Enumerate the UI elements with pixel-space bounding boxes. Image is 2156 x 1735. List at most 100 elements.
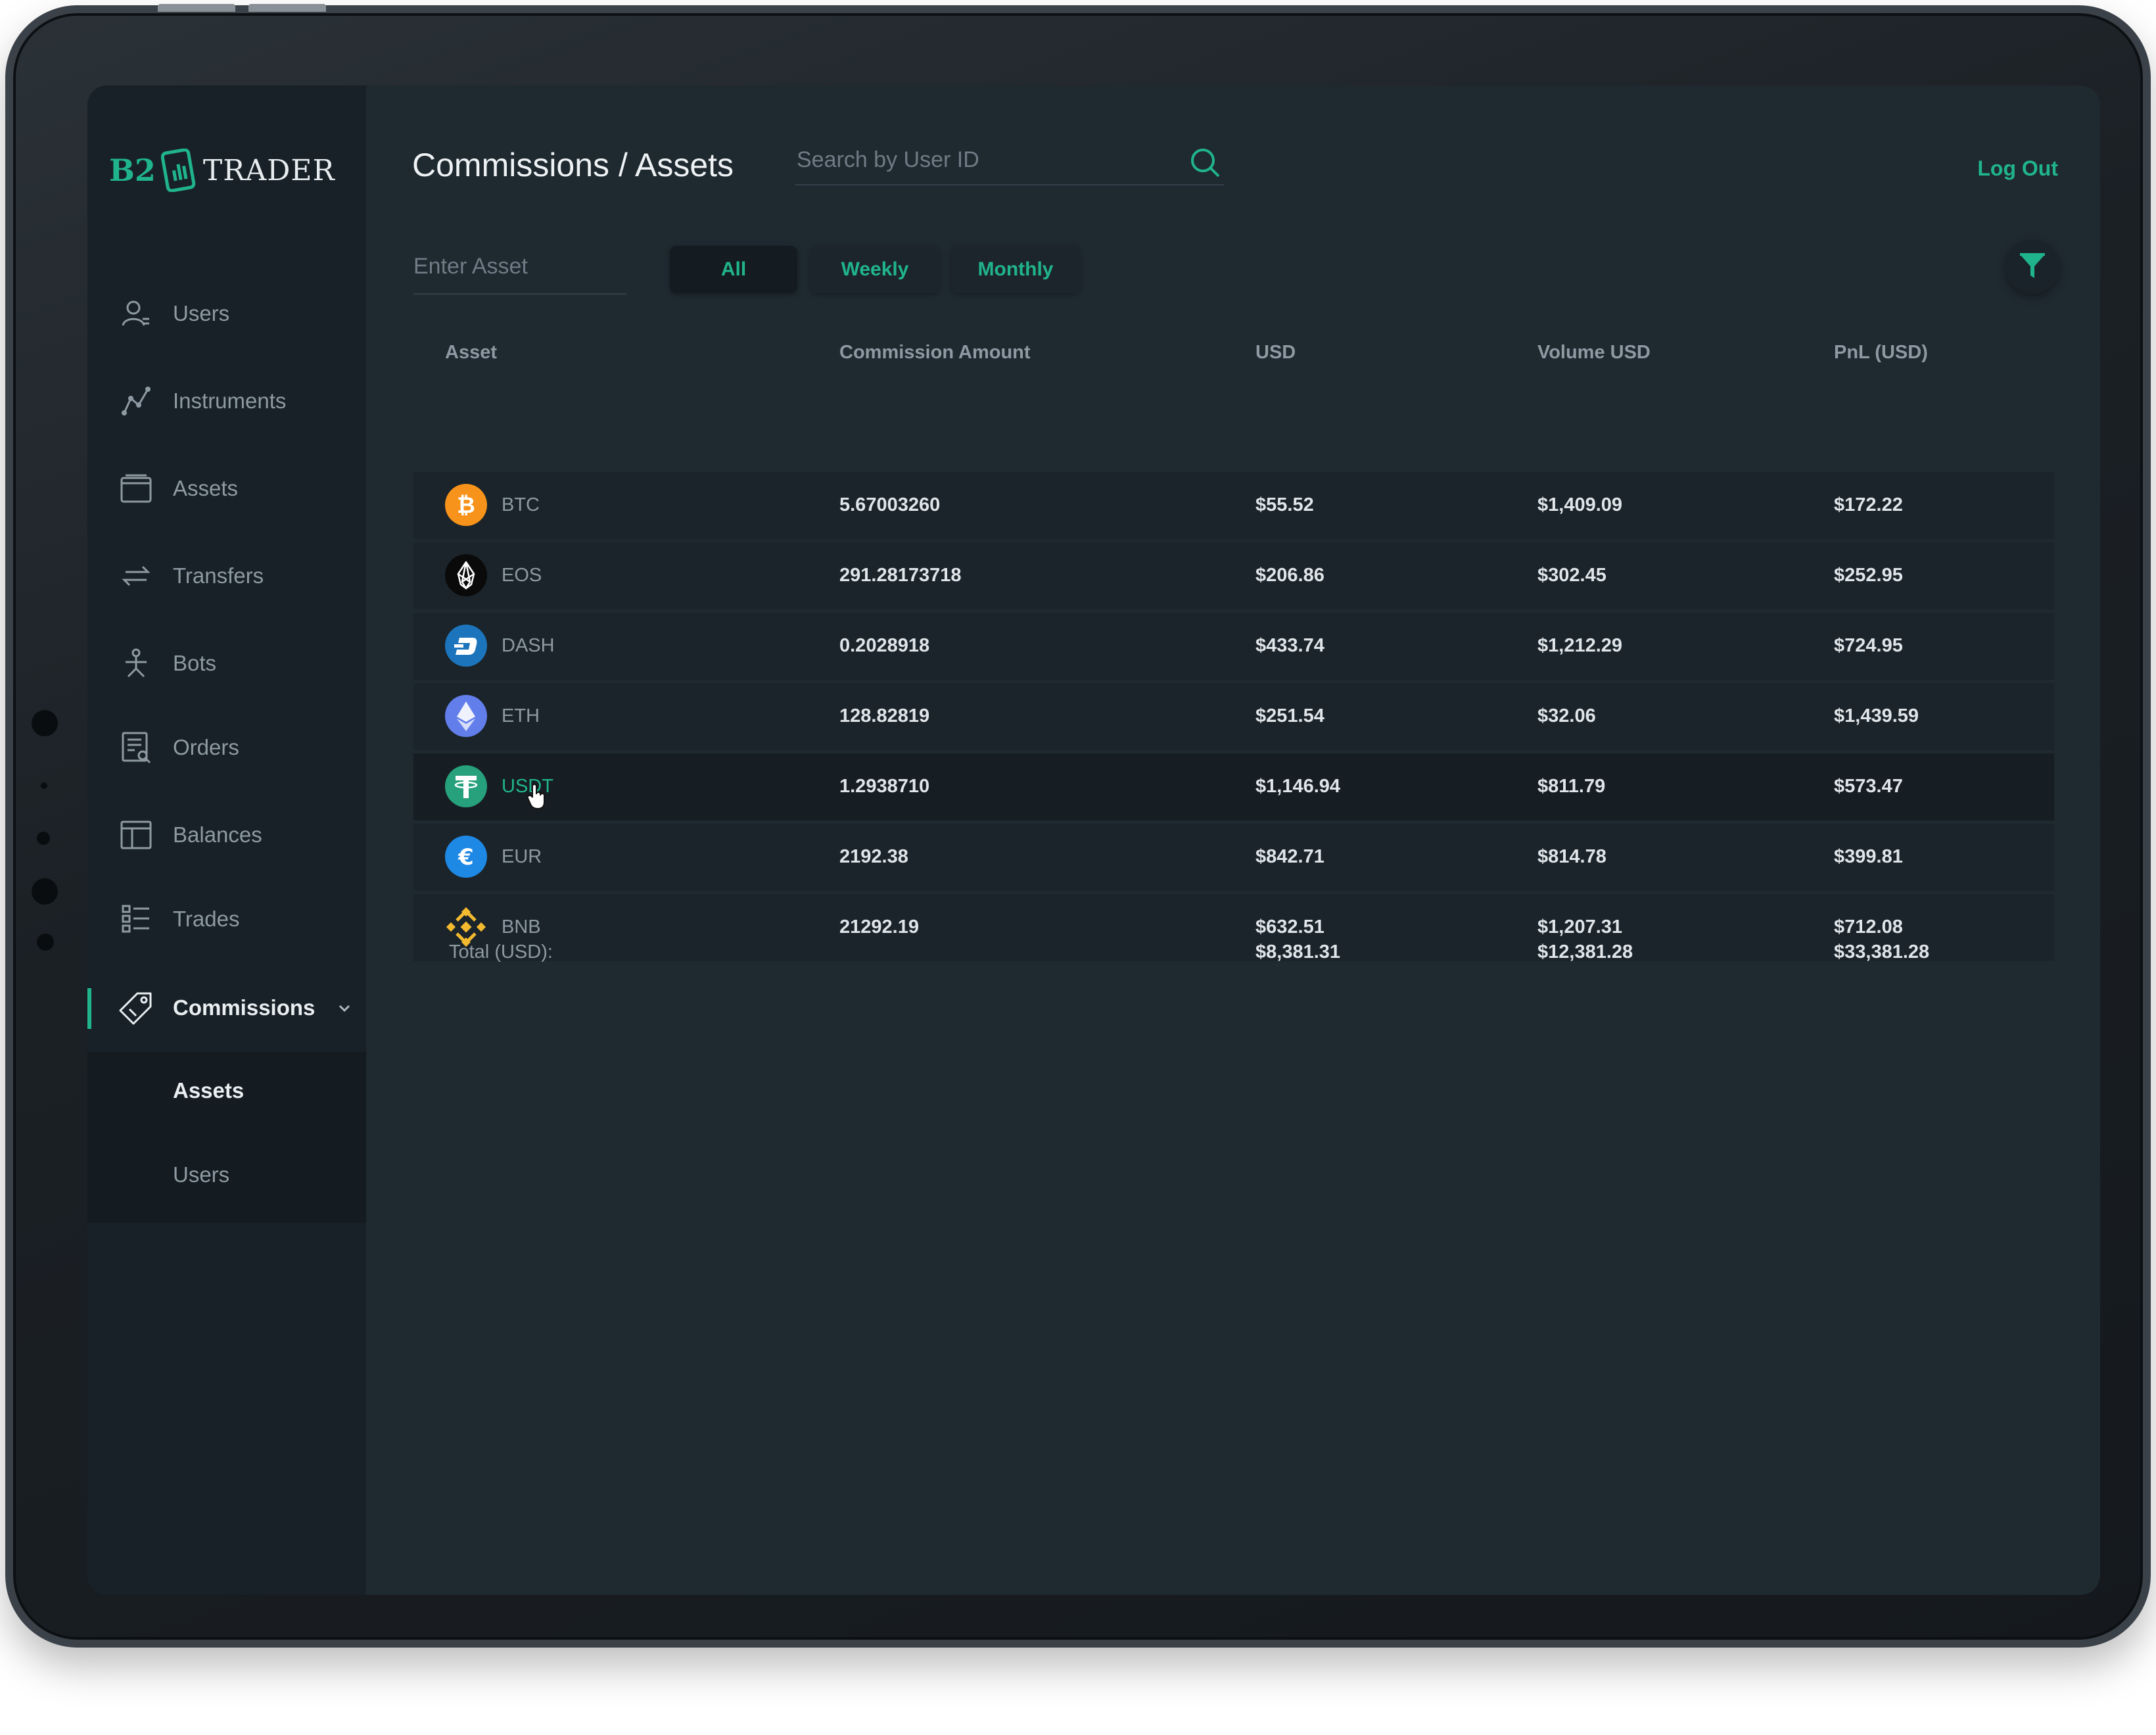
sidebar-item-balances[interactable]: Balances <box>87 802 366 868</box>
filter-funnel-icon <box>2020 253 2045 278</box>
sidebar-item-label: Bots <box>173 651 217 675</box>
camera-lens <box>37 832 50 845</box>
eos-icon <box>445 554 487 596</box>
column-header-commission-amount[interactable]: Commission Amount <box>839 342 1031 364</box>
sidebar-item-instruments[interactable]: Instruments <box>87 368 366 434</box>
chevron-down-icon[interactable] <box>336 999 353 1016</box>
orders-icon <box>122 732 151 764</box>
volume-usd: $1,212.29 <box>1537 635 1623 656</box>
transfer-arrows-icon <box>122 565 151 586</box>
sidebar-item-bots[interactable]: Bots <box>87 630 366 696</box>
usd-value: $1,146.94 <box>1255 776 1341 797</box>
volume-usd: $32.06 <box>1537 705 1596 726</box>
app-screen: B2 TRADER Users Instruments Assets Trans… <box>87 85 2100 1595</box>
tab-monthly[interactable]: Monthly <box>951 246 1080 293</box>
table-row[interactable]: EOS 291.28173718 $206.86 $302.45 $252.95 <box>413 542 2054 609</box>
column-header-usd[interactable]: USD <box>1255 342 1296 364</box>
sidebar-item-commissions[interactable]: Commissions <box>87 975 366 1041</box>
submenu-item-users[interactable]: Users <box>173 1162 229 1187</box>
sidebar-item-label: Instruments <box>173 389 287 413</box>
pnl-usd: $252.95 <box>1834 565 1903 586</box>
svg-text:€: € <box>457 844 474 870</box>
search-input[interactable]: Search by User ID <box>797 147 979 173</box>
tablet-chart-logo-icon <box>160 149 196 192</box>
instruments-icon <box>122 387 151 416</box>
sidebar-item-label: Transfers <box>173 563 264 588</box>
total-label: Total (USD): <box>449 941 553 963</box>
asset-symbol: EOS <box>502 565 542 586</box>
commission-amount: 2192.38 <box>839 846 908 867</box>
table-row[interactable]: ₿ BTC 5.67003260 $55.52 $1,409.09 $172.2… <box>413 472 2054 539</box>
tab-weekly[interactable]: Weekly <box>810 246 939 293</box>
sidebar-item-label: Trades <box>173 907 240 931</box>
commissions-submenu: Assets Users <box>87 1052 366 1223</box>
main-content: Commissions / Assets Search by User ID L… <box>366 85 2100 1595</box>
column-header-asset[interactable]: Asset <box>445 342 497 364</box>
volume-usd: $302.45 <box>1537 565 1606 586</box>
sidebar-item-label: Balances <box>173 822 262 847</box>
brand-prefix: B2 <box>109 153 156 188</box>
trades-list-icon <box>122 905 149 933</box>
volume-usd: $1,409.09 <box>1537 494 1623 515</box>
volume-usd: $1,207.31 <box>1537 916 1623 938</box>
active-indicator <box>87 988 91 1029</box>
table-row[interactable]: DASH 0.2028918 $433.74 $1,212.29 $724.95 <box>413 613 2054 680</box>
ethereum-icon <box>445 695 487 737</box>
filter-button[interactable] <box>2005 240 2059 294</box>
table-header: Asset Commission Amount USD Volume USD P… <box>413 342 2054 381</box>
sensor-dot <box>37 934 54 951</box>
pnl-usd: $172.22 <box>1834 494 1903 515</box>
tab-all[interactable]: All <box>670 246 797 293</box>
logout-button[interactable]: Log Out <box>1977 156 2058 181</box>
bot-icon <box>126 648 147 678</box>
usd-value: $251.54 <box>1255 705 1324 726</box>
sidebar: B2 TRADER Users Instruments Assets Trans… <box>87 85 366 1595</box>
usd-value: $433.74 <box>1255 635 1324 656</box>
sidebar-item-orders[interactable]: Orders <box>87 715 366 780</box>
table-row[interactable]: € EUR 2192.38 $842.71 $814.78 $399.81 <box>413 824 2054 891</box>
volume-usd: $811.79 <box>1537 776 1606 797</box>
pnl-usd: $724.95 <box>1834 635 1903 656</box>
asset-filter-field[interactable]: Enter Asset <box>413 242 626 295</box>
brand-name: TRADER <box>202 153 335 187</box>
user-search-field[interactable]: Search by User ID <box>795 138 1224 185</box>
table-row[interactable]: ETH 128.82819 $251.54 $32.06 $1,439.59 <box>413 683 2054 750</box>
sidebar-item-label: Commissions <box>173 995 316 1020</box>
column-header-volume-usd[interactable]: Volume USD <box>1537 342 1651 364</box>
sidebar-item-assets[interactable]: Assets <box>87 456 366 521</box>
commission-amount: 0.2028918 <box>839 635 930 656</box>
asset-symbol: DASH <box>502 635 555 656</box>
commission-amount: 21292.19 <box>839 916 919 938</box>
dash-icon <box>445 625 487 667</box>
euro-icon: € <box>445 836 487 878</box>
hand-pointer-cursor-icon <box>527 784 545 810</box>
commission-amount: 291.28173718 <box>839 565 962 586</box>
pnl-usd: $573.47 <box>1834 776 1903 797</box>
sidebar-item-label: Users <box>173 301 230 325</box>
camera-dot <box>32 878 58 905</box>
sidebar-item-trades[interactable]: Trades <box>87 886 366 952</box>
submenu-item-assets[interactable]: Assets <box>173 1078 244 1103</box>
search-icon[interactable] <box>1187 145 1223 180</box>
tag-icon <box>119 992 152 1025</box>
total-volume-usd: $12,381.28 <box>1537 941 1633 963</box>
page-title: Commissions / Assets <box>412 147 734 183</box>
camera-dot <box>32 710 58 736</box>
pnl-usd: $399.81 <box>1834 846 1903 867</box>
total-usd: $8,381.31 <box>1255 941 1341 963</box>
device-button <box>248 4 326 12</box>
table-row[interactable]: USDT 1.2938710 $1,146.94 $811.79 $573.47 <box>413 753 2054 820</box>
brand-logo[interactable]: B2 TRADER <box>109 149 335 192</box>
sidebar-item-users[interactable]: Users <box>87 281 366 346</box>
sidebar-item-label: Assets <box>173 476 239 500</box>
pnl-usd: $1,439.59 <box>1834 705 1919 726</box>
usd-value: $632.51 <box>1255 916 1324 938</box>
sidebar-item-transfers[interactable]: Transfers <box>87 543 366 609</box>
asset-symbol: BTC <box>502 494 540 515</box>
balances-icon <box>120 820 152 849</box>
table-total-row: Total (USD): $8,381.31 $12,381.28 $33,38… <box>413 941 2054 981</box>
sidebar-item-label: Orders <box>173 735 239 759</box>
asset-input[interactable]: Enter Asset <box>413 254 528 279</box>
commission-amount: 128.82819 <box>839 705 930 726</box>
column-header-pnl[interactable]: PnL (USD) <box>1834 342 1928 364</box>
